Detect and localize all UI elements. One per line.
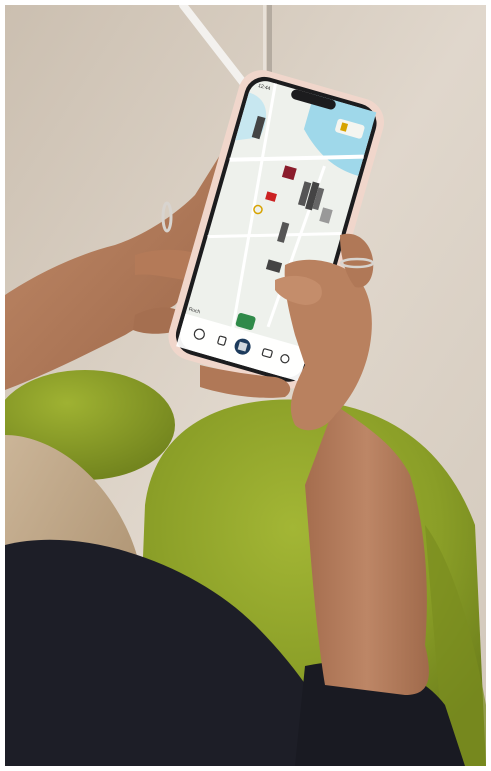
photo: 12:44 Ruch xyxy=(5,5,486,766)
photo-scene: 12:44 Ruch xyxy=(5,5,486,766)
